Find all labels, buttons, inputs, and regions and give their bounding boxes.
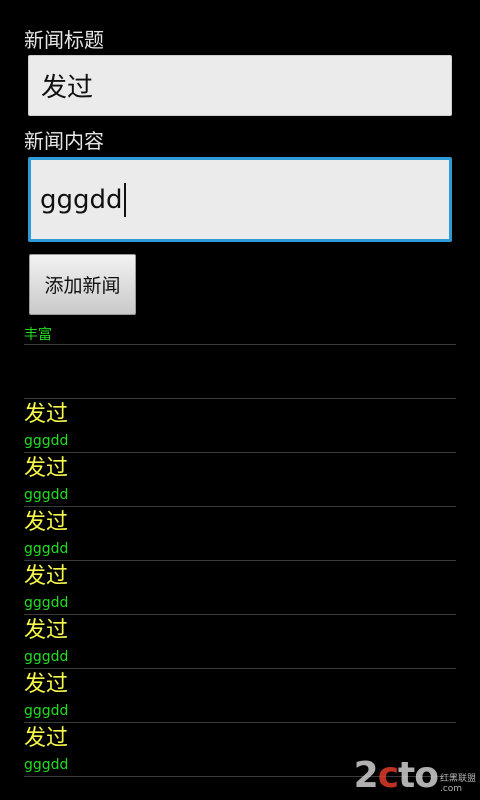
watermark-main: 2cto — [353, 755, 439, 796]
title-input-value: 发过 — [41, 73, 94, 103]
news-list-item[interactable]: 发过 gggdd — [24, 399, 456, 453]
watermark-side: 红黑联盟 .com — [439, 774, 476, 794]
news-list-item[interactable]: 发过 gggdd — [24, 561, 456, 615]
news-item-content: gggdd — [24, 595, 69, 611]
text-cursor — [123, 182, 126, 217]
content-label: 新闻内容 — [24, 129, 104, 153]
watermark-logo: 2cto 红黑联盟 .com — [353, 755, 476, 796]
news-item-content: gggdd — [24, 433, 69, 449]
news-item-content: gggdd — [24, 757, 69, 773]
news-item-title: 发过 — [24, 618, 69, 643]
news-list-item[interactable]: 发过 gggdd — [24, 453, 456, 507]
news-list: 发过 gggdd 发过 gggdd 发过 gggdd 发过 gggdd 发过 gggdd 发过 ggg… — [24, 399, 456, 777]
news-list-item[interactable]: 发过 gggdd — [24, 507, 456, 561]
news-item-content: gggdd — [24, 649, 69, 665]
news-item-content: gggdd — [24, 487, 69, 503]
news-list-item[interactable]: 发过 gggdd — [24, 669, 456, 723]
news-list-item[interactable]: 发过 gggdd — [24, 615, 456, 669]
news-item-content: gggdd — [24, 541, 69, 557]
news-item-content: gggdd — [24, 703, 69, 719]
news-item-title: 发过 — [24, 510, 69, 535]
add-news-button[interactable]: 添加新闻 — [29, 254, 136, 315]
title-label: 新闻标题 — [24, 28, 104, 52]
news-item-title: 发过 — [24, 672, 69, 697]
list-divider — [24, 344, 456, 345]
content-input-value: gggdd — [40, 184, 123, 215]
news-item-title: 发过 — [24, 402, 69, 427]
news-item-title: 发过 — [24, 564, 69, 589]
previous-item-content: 丰富 — [24, 327, 52, 343]
content-input[interactable]: gggdd — [28, 157, 452, 242]
title-input[interactable]: 发过 — [28, 55, 452, 116]
news-item-title: 发过 — [24, 726, 69, 751]
news-item-title: 发过 — [24, 456, 69, 481]
